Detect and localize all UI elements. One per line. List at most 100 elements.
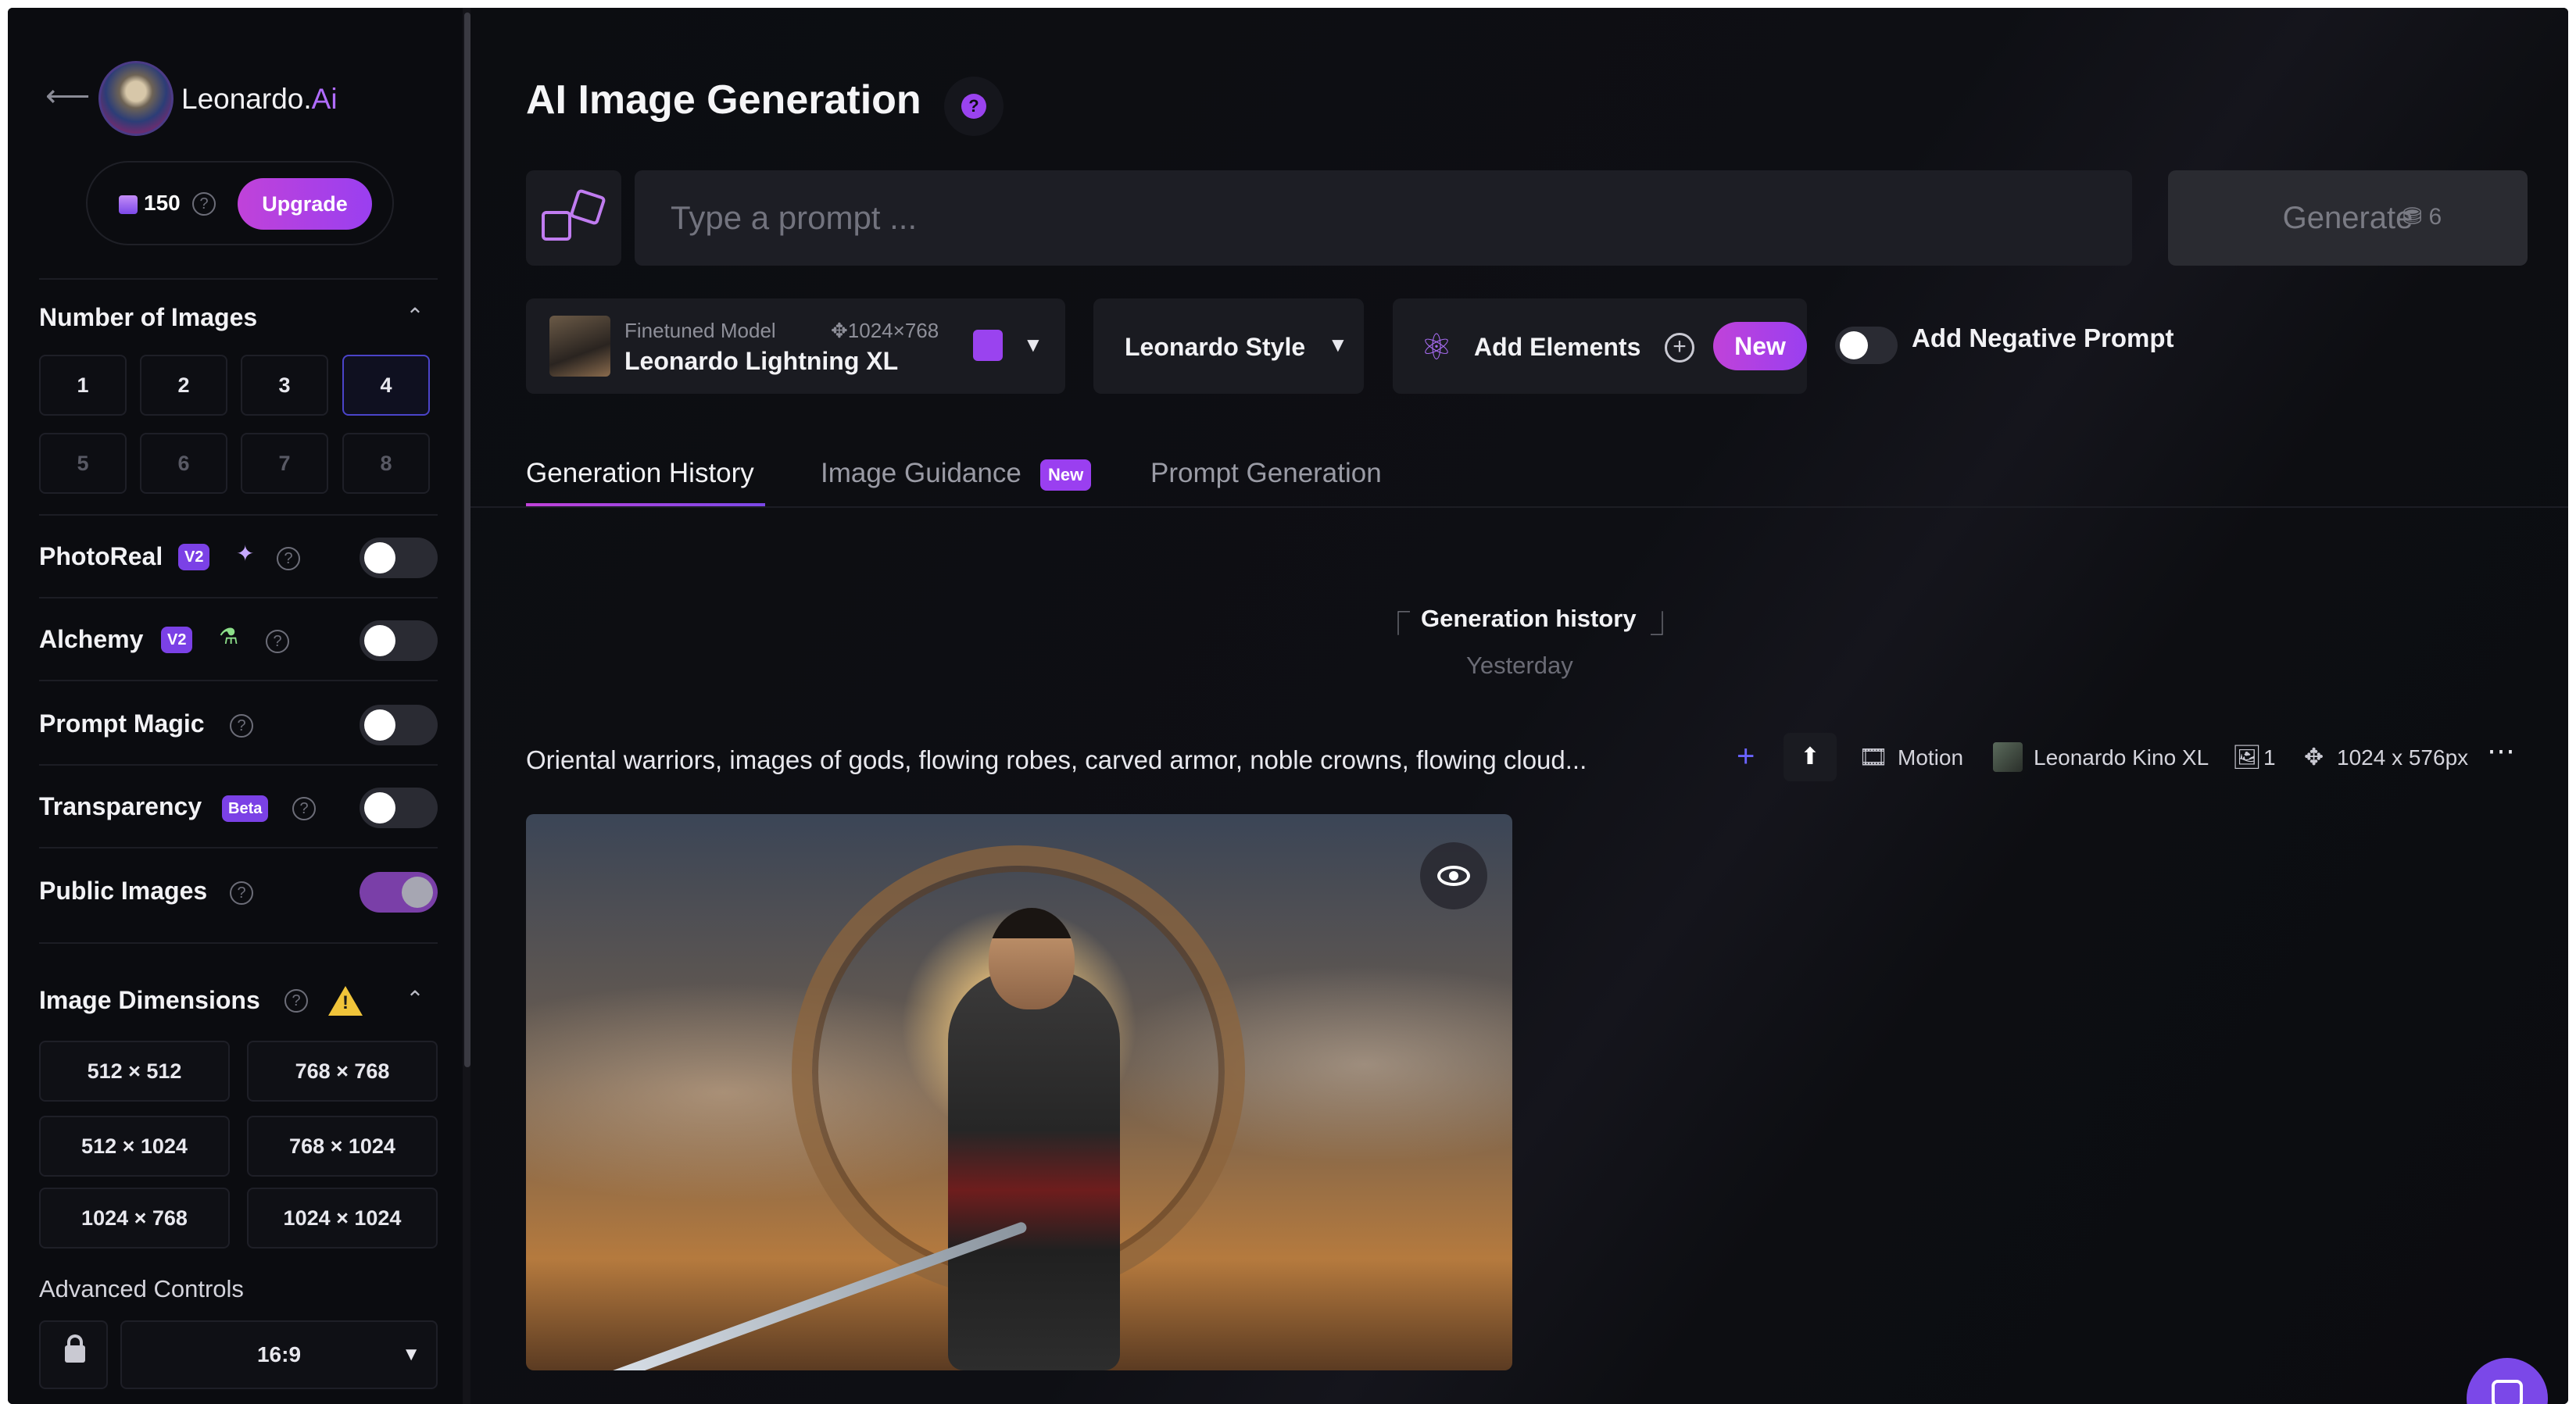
- film-icon: 🎞: [1859, 745, 1889, 770]
- caret-down-icon: ▼: [1023, 333, 1043, 356]
- new-badge: New: [1713, 322, 1807, 370]
- view-image-button[interactable]: [1420, 842, 1487, 909]
- move-arrows-icon: ✥: [2304, 745, 2324, 770]
- aspect-ratio-select[interactable]: 16:9 ▼: [120, 1320, 438, 1389]
- dimension-1024x768[interactable]: 1024 × 768: [39, 1188, 230, 1249]
- caret-down-icon: ▼: [402, 1344, 420, 1365]
- aspect-ratio-value: 16:9: [256, 1342, 302, 1366]
- image-count-5[interactable]: 5: [39, 433, 127, 494]
- divider: [39, 764, 438, 766]
- dimension-512x1024[interactable]: 512 × 1024: [39, 1116, 230, 1177]
- advanced-controls-label: Advanced Controls: [39, 1275, 244, 1302]
- transparency-label: Transparency: [39, 792, 202, 820]
- lock-icon: [65, 1334, 85, 1363]
- model-subtitle: Finetuned Model: [624, 319, 776, 342]
- user-avatar[interactable]: [98, 61, 174, 136]
- upload-arrow-icon[interactable]: ⬆: [1784, 733, 1837, 781]
- help-icon[interactable]: ?: [230, 714, 253, 738]
- more-options-icon[interactable]: ⋯: [2487, 734, 2515, 767]
- prompt-magic-toggle[interactable]: [360, 705, 438, 745]
- dimension-512x512[interactable]: 512 × 512: [39, 1041, 230, 1102]
- help-icon[interactable]: ?: [266, 630, 289, 653]
- sidebar: ⟵ Leonardo.Ai 150 ? Upgrade Number of Im…: [8, 8, 465, 1404]
- active-tab-indicator: [526, 503, 765, 506]
- generation-size: 1024 x 576px: [2337, 745, 2469, 770]
- public-images-toggle[interactable]: [360, 872, 438, 913]
- photoreal-toggle[interactable]: [360, 538, 438, 578]
- transparency-toggle[interactable]: [360, 788, 438, 828]
- aspect-lock-button[interactable]: [39, 1320, 108, 1389]
- chevron-up-icon[interactable]: ⌃: [403, 305, 427, 328]
- alchemy-row: Alchemy V2 ⚗ ?: [39, 619, 438, 666]
- help-icon[interactable]: ?: [292, 797, 316, 820]
- image-dimensions-title: Image Dimensions: [39, 986, 260, 1014]
- help-icon[interactable]: ?: [230, 881, 253, 905]
- app-window: ⟵ Leonardo.Ai 150 ? Upgrade Number of Im…: [8, 8, 2568, 1404]
- divider: [39, 278, 438, 280]
- token-icon: [119, 195, 138, 214]
- warning-icon: !: [328, 986, 363, 1016]
- tab-prompt-generation[interactable]: Prompt Generation: [1150, 458, 1382, 489]
- alchemy-label: Alchemy: [39, 625, 144, 653]
- bracket-right-icon: ⏌: [1651, 612, 1674, 638]
- style-label: Leonardo Style: [1125, 333, 1306, 361]
- document-icon[interactable]: [973, 330, 1003, 361]
- model-name: Leonardo Lightning XL: [624, 347, 899, 375]
- image-count-7[interactable]: 7: [241, 433, 328, 494]
- eye-icon: [1437, 866, 1470, 886]
- negative-prompt-label: Add Negative Prompt: [1912, 323, 2174, 352]
- image-count-2[interactable]: 2: [140, 355, 227, 416]
- model-thumbnail: [1993, 742, 2023, 772]
- prompt-input[interactable]: [635, 170, 2132, 266]
- main-panel: AI Image Generation ? Generate ⛃ 6 Finet…: [470, 8, 2568, 1404]
- dimension-1024x1024[interactable]: 1024 × 1024: [247, 1188, 438, 1249]
- brand-logo: Leonardo.Ai: [181, 83, 338, 115]
- generate-button[interactable]: Generate ⛃ 6: [2168, 170, 2528, 266]
- model-selector[interactable]: Finetuned Model ✥1024×768 Leonardo Light…: [526, 298, 1065, 394]
- image-figure: [948, 970, 1120, 1370]
- alchemy-toggle[interactable]: [360, 620, 438, 661]
- tab-image-guidance[interactable]: Image Guidance: [821, 458, 1021, 489]
- atom-icon: ⚛: [1420, 327, 1453, 367]
- help-icon[interactable]: ?: [192, 192, 216, 216]
- flask-icon: ⚗: [219, 624, 239, 648]
- help-icon[interactable]: ?: [284, 989, 308, 1013]
- image-count-4[interactable]: 4: [342, 355, 430, 416]
- generation-prompt[interactable]: Oriental warriors, images of gods, flowi…: [526, 745, 1587, 775]
- version-badge: V2: [161, 627, 193, 653]
- new-badge: New: [1040, 459, 1092, 491]
- image-count-3[interactable]: 3: [241, 355, 328, 416]
- question-icon: ?: [961, 94, 986, 119]
- upgrade-button[interactable]: Upgrade: [238, 178, 372, 230]
- number-of-images-title: Number of Images: [39, 303, 258, 331]
- tab-generation-history[interactable]: Generation History: [526, 458, 754, 489]
- page-title: AI Image Generation: [526, 77, 921, 123]
- help-icon[interactable]: ?: [277, 547, 300, 570]
- help-button[interactable]: ?: [944, 77, 1004, 136]
- photoreal-row: PhotoReal V2 ✦ ?: [39, 536, 438, 583]
- divider: [39, 514, 438, 516]
- generation-count: 1: [2263, 745, 2276, 770]
- tab-bar: Generation History Image Guidance New Pr…: [470, 445, 2568, 508]
- transparency-row: Transparency Beta ?: [39, 786, 438, 833]
- prompt-magic-label: Prompt Magic: [39, 709, 205, 738]
- image-count-1[interactable]: 1: [39, 355, 127, 416]
- dimension-768x768[interactable]: 768 × 768: [247, 1041, 438, 1102]
- credits-pill: 150 ? Upgrade: [86, 161, 394, 245]
- image-count-6[interactable]: 6: [140, 433, 227, 494]
- history-day: Yesterday: [1466, 652, 1573, 679]
- add-elements-button[interactable]: ⚛ Add Elements + New: [1393, 298, 1807, 394]
- style-selector[interactable]: Leonardo Style ▼: [1093, 298, 1364, 394]
- chevron-up-icon[interactable]: ⌃: [403, 988, 427, 1011]
- arrow-left-icon[interactable]: ⟵: [45, 80, 90, 112]
- sidebar-scrollbar-thumb[interactable]: [464, 13, 470, 1067]
- plus-circle-icon: +: [1665, 333, 1694, 363]
- plus-icon[interactable]: +: [1737, 739, 1755, 774]
- negative-prompt-toggle[interactable]: [1835, 327, 1898, 364]
- random-prompt-button[interactable]: [526, 170, 621, 266]
- generated-image[interactable]: [526, 814, 1512, 1370]
- images-icon: 🖼: [2232, 745, 2263, 770]
- dimension-768x1024[interactable]: 768 × 1024: [247, 1116, 438, 1177]
- public-images-label: Public Images: [39, 877, 208, 905]
- image-count-8[interactable]: 8: [342, 433, 430, 494]
